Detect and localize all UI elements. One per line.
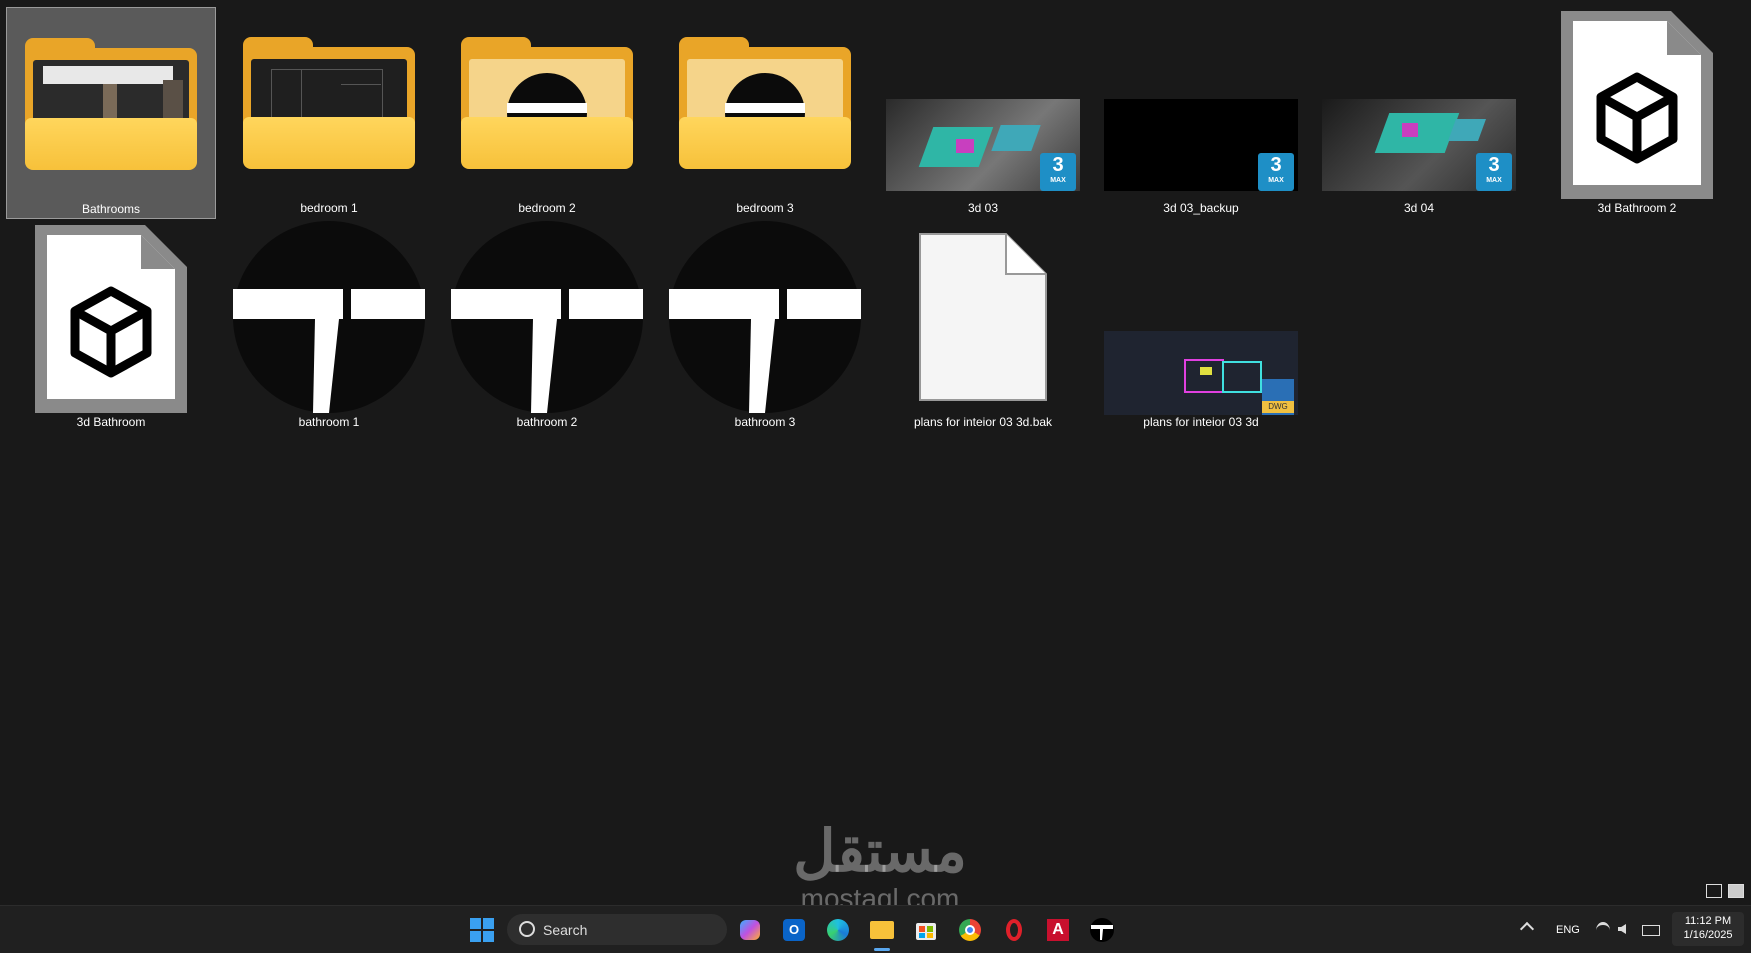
desktop-item-3d-03[interactable]: 3 MAX 3d 03 <box>878 7 1088 219</box>
desktop-item-label: bathroom 3 <box>734 415 796 429</box>
show-hidden-icons-icon[interactable] <box>1519 921 1535 937</box>
desktop-item-plans-bak[interactable]: plans for inteior 03 3d.bak <box>878 221 1088 433</box>
windows-start-icon[interactable] <box>468 916 496 944</box>
desktop-item-3d-04[interactable]: 3 MAX 3d 04 <box>1314 7 1524 219</box>
search-icon <box>519 921 535 937</box>
app-t-shortcut-icon <box>442 221 652 413</box>
folder-icon <box>7 8 215 200</box>
edge-icon[interactable] <box>824 916 852 944</box>
3dsmax-file-icon: 3 MAX <box>878 7 1088 199</box>
desktop-item-plans-dwg[interactable]: DWG plans for inteior 03 3d <box>1096 221 1306 433</box>
watermark: مستقل mostaql.com <box>760 820 1000 914</box>
3dsmax-file-icon: 3 MAX <box>1096 7 1306 199</box>
desktop-item-label: plans for inteior 03 3d <box>1143 415 1259 429</box>
desktop-item-3d-bathroom[interactable]: 3d Bathroom <box>6 221 216 433</box>
outlook-icon[interactable]: O <box>780 916 808 944</box>
autocad-icon[interactable]: A <box>1044 916 1072 944</box>
desktop-item-bathroom-2[interactable]: bathroom 2 <box>442 221 652 433</box>
battery-icon[interactable] <box>1642 925 1660 936</box>
watermark-arabic: مستقل <box>793 819 967 884</box>
app-t-shortcut-icon <box>660 221 870 413</box>
3d-object-file-icon <box>6 221 216 413</box>
chrome-icon[interactable] <box>956 916 984 944</box>
desktop-item-label: bathroom 2 <box>516 415 578 429</box>
desktop-item-bedroom-1[interactable]: bedroom 1 <box>224 7 434 219</box>
search-label: Search <box>543 922 588 938</box>
app-t-shortcut-icon <box>224 221 434 413</box>
desktop-item-label: plans for inteior 03 3d.bak <box>913 415 1053 429</box>
large-icons-view-icon[interactable] <box>1728 884 1744 898</box>
desktop-item-label: 3d Bathroom 2 <box>1597 201 1677 215</box>
details-view-icon[interactable] <box>1706 884 1722 898</box>
desktop-item-bedroom-3[interactable]: bedroom 3 <box>660 7 870 219</box>
taskbar: Search O A ENG 11:12 PM 1/16/2025 <box>0 905 1751 953</box>
desktop-item-bathrooms[interactable]: Bathrooms <box>6 7 216 219</box>
clock-date: 1/16/2025 <box>1683 929 1733 941</box>
copilot-icon[interactable] <box>736 916 764 944</box>
file-explorer-icon[interactable] <box>868 916 896 944</box>
clock-time: 11:12 PM <box>1684 915 1732 927</box>
folder-icon <box>442 7 652 199</box>
desktop-item-label: 3d 04 <box>1403 201 1435 215</box>
3d-object-file-icon <box>1532 7 1742 199</box>
desktop-item-label: 3d Bathroom <box>76 415 146 429</box>
dwg-file-icon: DWG <box>1096 221 1306 415</box>
desktop-item-3d-bathroom-2[interactable]: 3d Bathroom 2 <box>1532 7 1742 219</box>
microsoft-store-icon[interactable] <box>912 916 940 944</box>
volume-icon[interactable] <box>1618 924 1626 934</box>
desktop-item-label: Bathrooms <box>81 202 141 216</box>
desktop-item-label: bedroom 2 <box>518 201 576 215</box>
folder-icon <box>224 7 434 199</box>
active-app-indicator <box>874 948 890 951</box>
app-t-icon[interactable] <box>1088 916 1116 944</box>
desktop-item-label: bedroom 3 <box>736 201 794 215</box>
folder-icon <box>660 7 870 199</box>
taskbar-search[interactable]: Search <box>507 914 727 945</box>
blank-file-icon <box>878 221 1088 413</box>
input-language[interactable]: ENG <box>1556 924 1580 936</box>
desktop-item-label: 3d 03 <box>967 201 999 215</box>
desktop-item-bathroom-1[interactable]: bathroom 1 <box>224 221 434 433</box>
opera-icon[interactable] <box>1000 916 1028 944</box>
desktop-item-3d-03-backup[interactable]: 3 MAX 3d 03_backup <box>1096 7 1306 219</box>
desktop-item-bedroom-2[interactable]: bedroom 2 <box>442 7 652 219</box>
desktop-item-label: bedroom 1 <box>300 201 358 215</box>
wifi-icon[interactable] <box>1596 922 1610 939</box>
desktop-item-bathroom-3[interactable]: bathroom 3 <box>660 221 870 433</box>
desktop-item-label: 3d 03_backup <box>1163 201 1239 215</box>
clock[interactable]: 11:12 PM 1/16/2025 <box>1672 912 1744 946</box>
3dsmax-file-icon: 3 MAX <box>1314 7 1524 199</box>
desktop-item-label: bathroom 1 <box>298 415 360 429</box>
